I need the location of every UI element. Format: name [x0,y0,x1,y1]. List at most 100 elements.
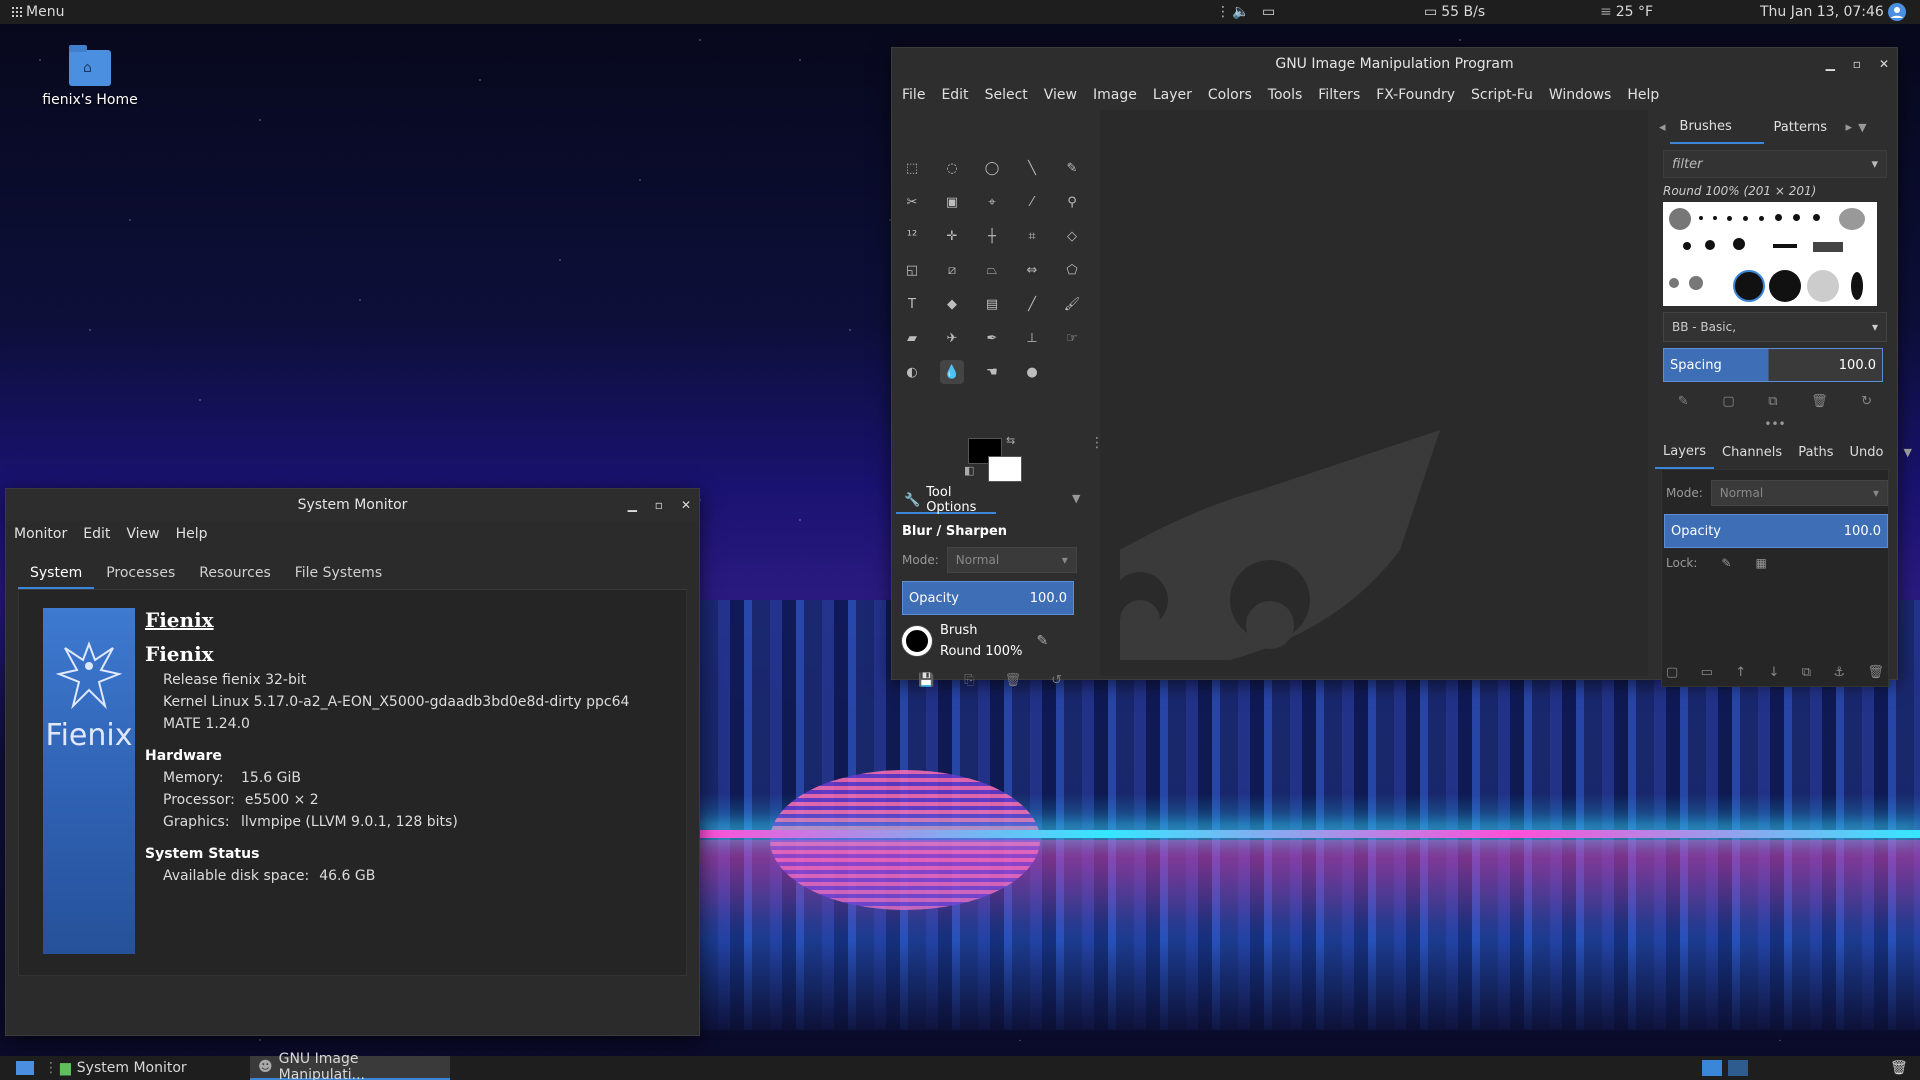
zoom-icon[interactable]: ⚲ [1060,190,1084,214]
menu-button[interactable]: Menu [12,0,64,24]
refresh-brushes-icon[interactable]: ↻ [1861,394,1872,409]
duplicate-brush-icon[interactable]: ⧉ [1768,394,1777,409]
scale-icon[interactable]: ◱ [900,258,924,282]
duplicate-layer-icon[interactable]: ⧉ [1802,665,1811,680]
measure-icon[interactable]: ¹² [900,224,924,248]
save-options-icon[interactable]: 💾 [918,673,934,688]
opacity-slider[interactable]: Opacity 100.0 [902,581,1074,615]
smudge-finger-icon[interactable]: ☚ [980,360,1004,384]
gradient-icon[interactable]: ▤ [980,292,1004,316]
menu-help[interactable]: Help [168,526,216,542]
menu-windows[interactable]: Windows [1541,87,1620,103]
new-layer-icon[interactable]: ▢ [1666,665,1678,680]
paintbrush-icon[interactable]: 🖌 [1060,292,1084,316]
airbrush-icon[interactable]: ✈ [940,326,964,350]
tab-system[interactable]: System [18,557,95,589]
rect-select-icon[interactable]: ⬚ [900,156,924,180]
free-select-icon[interactable]: ◯ [980,156,1004,180]
tool-options-tab[interactable]: 🔧 Tool Options [896,485,996,515]
tab-resources[interactable]: Resources [187,557,283,589]
maximize-icon[interactable]: ▫ [1853,57,1861,71]
menu-help[interactable]: Help [1619,87,1667,103]
anchor-layer-icon[interactable]: ⚓ [1833,665,1845,680]
menu-script-fu[interactable]: Script-Fu [1463,87,1541,103]
menu-monitor[interactable]: Monitor [6,526,75,542]
new-brush-icon[interactable]: ▢ [1722,394,1734,409]
magnify-icon[interactable]: ● [1020,360,1044,384]
ellipse-select-icon[interactable]: ◌ [940,156,964,180]
fuzzy-select-icon[interactable]: ⌖ [980,190,1004,214]
dock-menu-icon[interactable]: ▼ [1904,446,1912,459]
trash-icon[interactable]: 🗑 [1882,1056,1916,1080]
dock-menu-icon[interactable]: ▼ [1858,121,1866,134]
menu-image[interactable]: Image [1085,87,1145,103]
reset-colors-icon[interactable]: ◧ [964,464,974,477]
tab-paths[interactable]: Paths [1790,435,1841,469]
dock-separator-handle[interactable]: ••• [1655,417,1895,431]
paths-icon[interactable]: ✎ [1060,156,1084,180]
ink-icon[interactable]: ✒ [980,326,1004,350]
menu-select[interactable]: Select [977,87,1036,103]
background-color[interactable] [988,456,1022,482]
pencil-icon[interactable]: ╱ [1020,292,1044,316]
close-icon[interactable]: ✕ [1879,57,1889,71]
scissors-icon[interactable]: ✂ [900,190,924,214]
brush-tag-select[interactable]: BB - Basic, ▾ [1663,312,1887,342]
brush-filter[interactable]: filter ▾ [1663,150,1887,178]
move-icon[interactable]: ✛ [940,224,964,248]
raise-layer-icon[interactable]: ↑ [1735,665,1746,680]
menu-tools[interactable]: Tools [1260,87,1311,103]
brush-preview[interactable] [902,626,932,656]
menu-file[interactable]: File [894,87,933,103]
menu-layer[interactable]: Layer [1145,87,1200,103]
edit-brush-icon[interactable]: ✎ [1036,633,1048,649]
taskbar-gimp[interactable]: ☻ GNU Image Manipulati... [250,1051,450,1080]
lock-alpha-icon[interactable]: ▦ [1755,556,1766,570]
tab-patterns[interactable]: Patterns [1764,110,1840,144]
menu-filters[interactable]: Filters [1310,87,1368,103]
layers-mode-select[interactable]: Normal ▾ [1710,480,1888,506]
tab-undo[interactable]: Undo [1842,435,1892,469]
blur-sharpen-icon[interactable]: 💧 [940,360,964,384]
perspective-icon[interactable]: ⏢ [980,258,1004,282]
panel-menu-icon[interactable]: ▼ [1072,492,1080,505]
bucket-fill-icon[interactable]: ◆ [940,292,964,316]
eraser-icon[interactable]: ▰ [900,326,924,350]
clone-icon[interactable]: ⊥ [1020,326,1044,350]
close-icon[interactable]: ✕ [681,498,691,512]
delete-layer-icon[interactable]: 🗑 [1867,665,1884,680]
screen-icon[interactable]: ▭ [1262,0,1275,24]
menu-edit[interactable]: Edit [933,87,976,103]
spacing-slider[interactable]: Spacing 100.0 [1663,348,1883,382]
smudge-icon[interactable]: ☞ [1060,326,1084,350]
scroll-left-icon[interactable]: ◂ [1655,120,1670,135]
align-icon[interactable]: ┼ [980,224,1004,248]
swap-colors-icon[interactable]: ⇆ [1006,434,1015,447]
lower-layer-icon[interactable]: ↓ [1769,665,1780,680]
color-picker-icon[interactable]: ⁄ [1020,190,1044,214]
text-icon[interactable]: T [900,292,924,316]
delete-brush-icon[interactable]: 🗑 [1811,394,1828,409]
brush-grid[interactable] [1663,202,1877,306]
scroll-right-icon[interactable]: ▸ [1840,120,1859,135]
reset-options-icon[interactable]: ↺ [1051,673,1062,688]
gimp-titlebar[interactable]: GNU Image Manipulation Program ▁ ▫ ✕ [892,48,1897,80]
menu-view[interactable]: View [1036,87,1085,103]
panel-handle-icon[interactable]: ⋮ [1216,0,1230,24]
minimize-icon[interactable]: ▁ [628,498,637,512]
crop-icon[interactable]: ⌗ [1020,224,1044,248]
menu-view[interactable]: View [118,526,167,542]
new-layer-group-icon[interactable]: ▭ [1701,665,1713,680]
weather-applet[interactable]: ≡ 25 °F [1600,0,1653,24]
image-canvas[interactable] [1100,110,1648,676]
delete-options-icon[interactable]: 🗑 [1005,673,1022,688]
minimize-icon[interactable]: ▁ [1826,57,1835,71]
user-icon[interactable] [1888,0,1906,24]
volume-icon[interactable]: 🔈 [1232,0,1249,24]
workspace-switcher[interactable] [1694,1056,1756,1080]
shear-icon[interactable]: ⧄ [940,258,964,282]
tab-channels[interactable]: Channels [1714,435,1790,469]
restore-options-icon[interactable]: ⎘ [964,673,974,688]
unified-transform-icon[interactable]: ◇ [1060,224,1084,248]
sysmon-titlebar[interactable]: System Monitor ▁ ▫ ✕ [6,489,699,521]
